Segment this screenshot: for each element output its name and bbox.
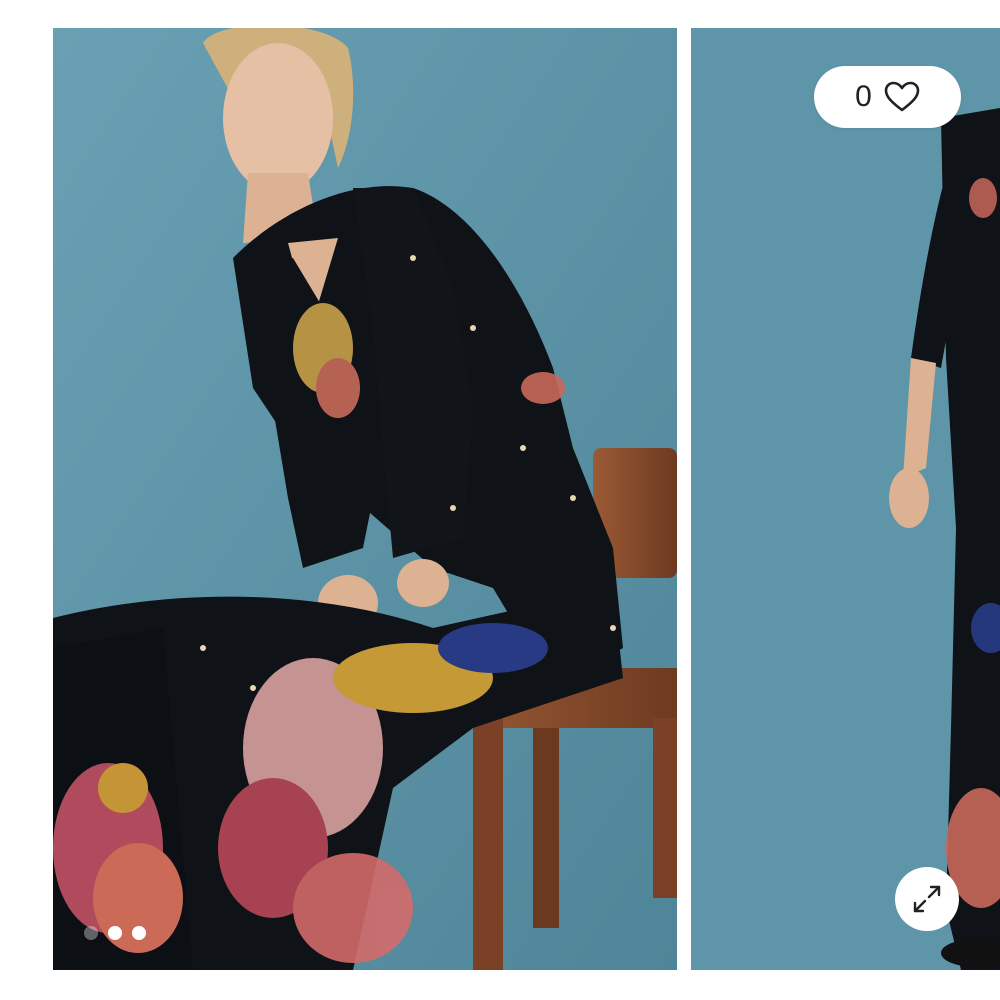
pagination-dot-3[interactable] bbox=[132, 926, 146, 940]
expand-arrows-icon bbox=[913, 885, 941, 913]
carousel-pagination bbox=[84, 926, 146, 940]
gallery-slide-next[interactable] bbox=[691, 28, 1000, 970]
pagination-dot-1[interactable] bbox=[84, 926, 98, 940]
product-gallery: 0 bbox=[0, 0, 1000, 1000]
product-photo-standing-model bbox=[691, 28, 1000, 970]
heart-outline-icon bbox=[884, 81, 920, 112]
like-count: 0 bbox=[855, 80, 872, 113]
gallery-slide-main[interactable] bbox=[53, 28, 677, 970]
pagination-dot-2[interactable] bbox=[108, 926, 122, 940]
expand-image-button[interactable] bbox=[895, 867, 959, 931]
wishlist-button[interactable]: 0 bbox=[814, 66, 961, 128]
product-photo-seated-model bbox=[53, 28, 677, 970]
